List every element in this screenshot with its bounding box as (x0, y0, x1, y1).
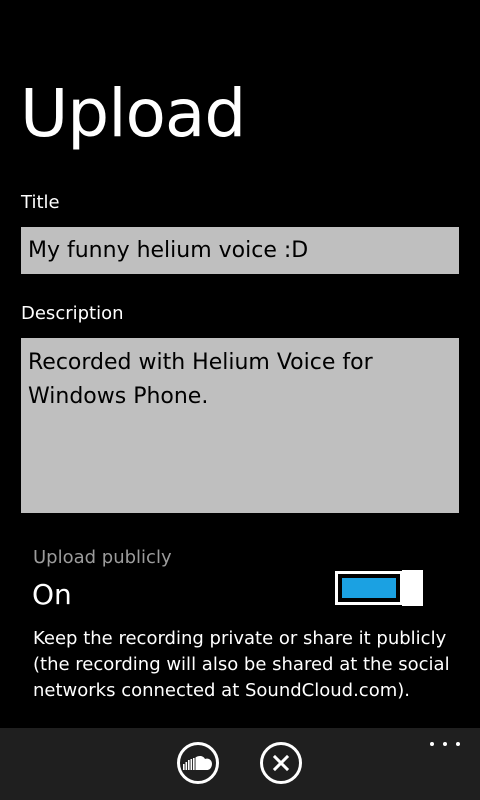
upload-soundcloud-button[interactable] (177, 742, 219, 784)
description-input[interactable]: Recorded with Helium Voice for Windows P… (21, 338, 459, 513)
description-label: Description (21, 303, 124, 324)
toggle-thumb[interactable] (402, 570, 423, 606)
close-icon (272, 754, 290, 772)
upload-publicly-toggle[interactable] (335, 570, 423, 606)
toggle-fill (342, 578, 396, 598)
page-title: Upload (20, 75, 246, 152)
ellipsis-dot (456, 742, 460, 746)
privacy-help-text: Keep the recording private or share it p… (33, 628, 450, 701)
title-label: Title (21, 192, 60, 213)
cancel-button[interactable] (260, 742, 302, 784)
title-input[interactable] (21, 227, 459, 274)
toggle-track (335, 571, 403, 605)
app-bar (0, 728, 480, 800)
ellipsis-dot (430, 742, 434, 746)
upload-publicly-label: Upload publicly (33, 547, 172, 568)
toggle-state-label: On (32, 578, 72, 611)
soundcloud-icon (183, 755, 212, 770)
ellipsis-icon[interactable] (430, 736, 460, 752)
ellipsis-dot (443, 742, 447, 746)
